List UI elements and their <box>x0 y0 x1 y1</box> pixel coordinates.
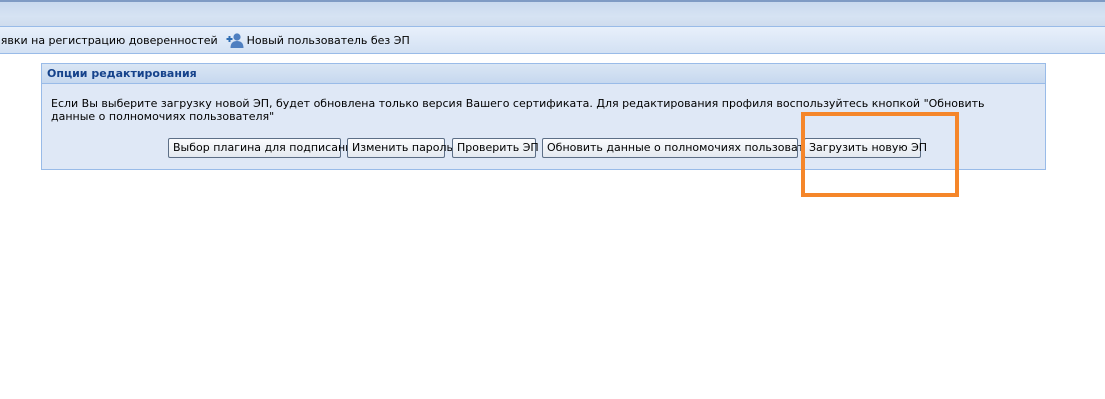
panel-title: Опции редактирования <box>42 64 1045 84</box>
toolbar: аявки на регистрацию доверенностей Новый… <box>0 27 1105 54</box>
top-header-band <box>0 0 1105 27</box>
toolbar-item-power-of-attorney-requests[interactable]: аявки на регистрацию доверенностей <box>0 29 222 51</box>
add-user-icon <box>226 33 244 48</box>
toolbar-item-new-user[interactable]: Новый пользователь без ЭП <box>222 29 414 51</box>
check-signature-button[interactable]: Проверить ЭП <box>452 138 539 158</box>
toolbar-item-label: Новый пользователь без ЭП <box>246 33 410 47</box>
change-password-button[interactable]: Изменить пароль <box>347 138 453 158</box>
highlight-box <box>801 112 959 197</box>
update-user-authority-button[interactable]: Обновить данные о полномочиях пользовате… <box>542 138 825 158</box>
select-signing-plugin-button[interactable]: Выбор плагина для подписания <box>168 138 359 158</box>
toolbar-item-label: аявки на регистрацию доверенностей <box>0 33 218 47</box>
